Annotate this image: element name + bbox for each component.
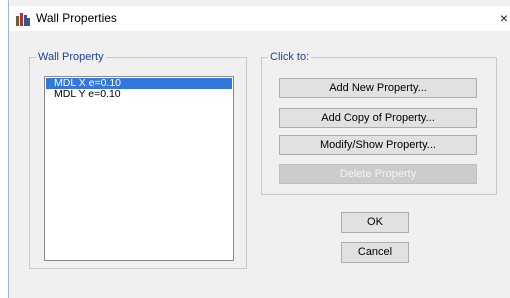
list-item-label: MDL Y e=0.10 [54, 88, 121, 100]
window-title: Wall Properties [36, 11, 117, 25]
click-to-legend: Click to: [268, 50, 312, 64]
cancel-button[interactable]: Cancel [341, 242, 409, 263]
add-new-property-button[interactable]: Add New Property... [279, 78, 477, 98]
close-icon[interactable]: × [497, 6, 510, 31]
wall-property-legend: Wall Property [36, 50, 106, 64]
wall-property-list[interactable]: MDL X e=0.10 MDL Y e=0.10 [44, 76, 234, 261]
list-item[interactable]: MDL Y e=0.10 [45, 89, 233, 100]
ok-button[interactable]: OK [341, 212, 409, 233]
delete-property-button: Delete Property [279, 164, 477, 184]
title-bar[interactable]: Wall Properties × [9, 6, 510, 31]
wall-properties-app-icon [15, 12, 31, 26]
add-copy-property-button[interactable]: Add Copy of Property... [279, 108, 477, 128]
modify-show-property-button[interactable]: Modify/Show Property... [279, 135, 477, 155]
